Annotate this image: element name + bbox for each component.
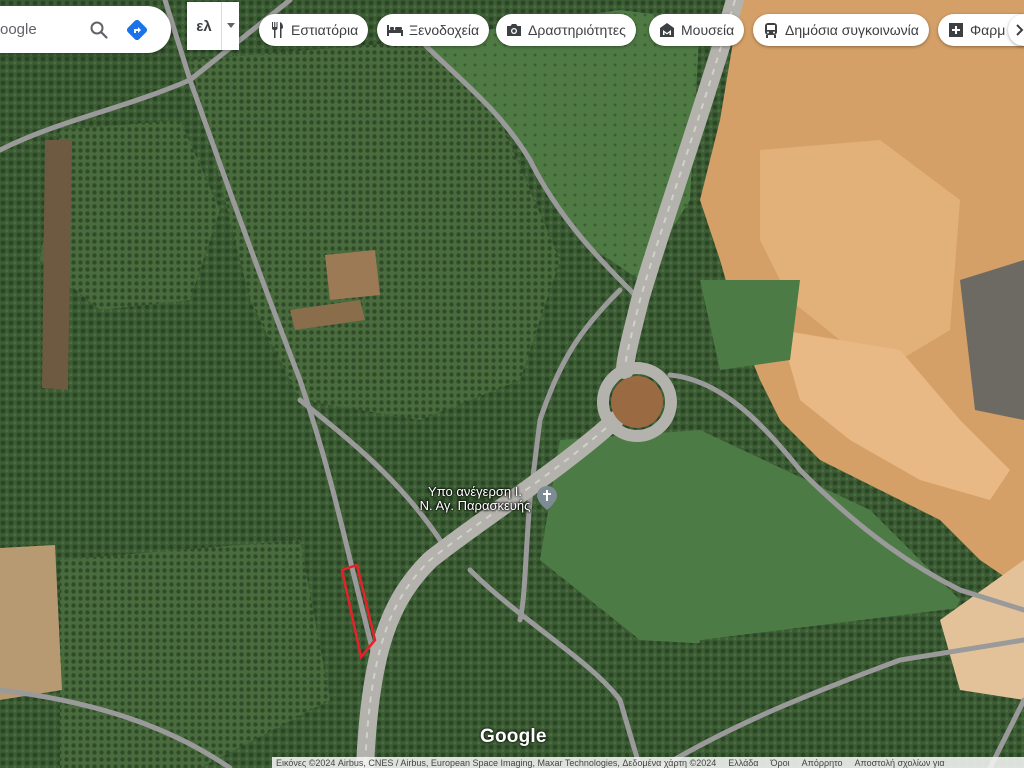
language-selector[interactable]: ελ (187, 2, 239, 50)
attribution-bar: Εικόνες ©2024 Airbus, CNES / Airbus, Eur… (272, 757, 1024, 768)
bare-soil-patch (325, 250, 380, 300)
roundabout-center (611, 376, 663, 428)
fork-knife-icon (269, 22, 285, 38)
bus-icon (763, 22, 779, 38)
send-feedback-link[interactable]: Αποστολή σχολίων για (849, 758, 951, 768)
chip-label: Δραστηριότητες (528, 22, 626, 38)
place-label-line2: Ν. Αγ. Παρασκευής (419, 498, 531, 513)
church-icon[interactable] (537, 486, 557, 510)
chip-label: Φαρμ (970, 22, 1006, 38)
terms-link[interactable]: Όροι (765, 758, 796, 768)
chip-activities[interactable]: Δραστηριότητες (496, 14, 636, 46)
region-link[interactable]: Ελλάδα (722, 758, 764, 768)
search-box[interactable]: oogle (0, 6, 171, 53)
chip-label: Ξενοδοχεία (409, 22, 480, 38)
search-icon (90, 21, 108, 39)
place-label-line1: Υπο ανέγερση Ι. (428, 484, 522, 499)
directions-button[interactable] (120, 13, 154, 47)
chip-restaurants[interactable]: Εστιατόρια (259, 14, 369, 46)
chevron-right-icon (1016, 24, 1024, 36)
google-logo: Google (480, 726, 547, 747)
chip-public-transit[interactable]: Δημόσια συγκοινωνία (753, 14, 929, 46)
chevron-down-icon (226, 23, 235, 28)
chip-label: Μουσεία (681, 22, 735, 38)
chip-museums[interactable]: Μουσεία (649, 14, 745, 46)
search-input[interactable]: oogle (0, 21, 78, 38)
imagery-credits: Εικόνες ©2024 Airbus, CNES / Airbus, Eur… (276, 757, 717, 768)
bed-icon (387, 22, 403, 38)
dirt-strip (42, 140, 72, 390)
chip-label: Δημόσια συγκοινωνία (785, 22, 919, 38)
privacy-link[interactable]: Απόρρητο (796, 758, 849, 768)
bare-soil-parcel (0, 545, 62, 700)
pharmacy-icon (948, 22, 964, 38)
search-button[interactable] (82, 13, 116, 47)
satellite-map[interactable] (0, 0, 1024, 768)
chip-label: Εστιατόρια (291, 22, 359, 38)
place-label[interactable]: Υπο ανέγερση Ι. Ν. Αγ. Παρασκευής (405, 485, 545, 513)
chip-hotels[interactable]: Ξενοδοχεία (377, 14, 490, 46)
camera-icon (506, 22, 522, 38)
museum-icon (659, 22, 675, 38)
language-dropdown-arrow[interactable] (222, 23, 239, 29)
language-label: ελ (196, 17, 212, 35)
directions-icon (126, 19, 148, 40)
